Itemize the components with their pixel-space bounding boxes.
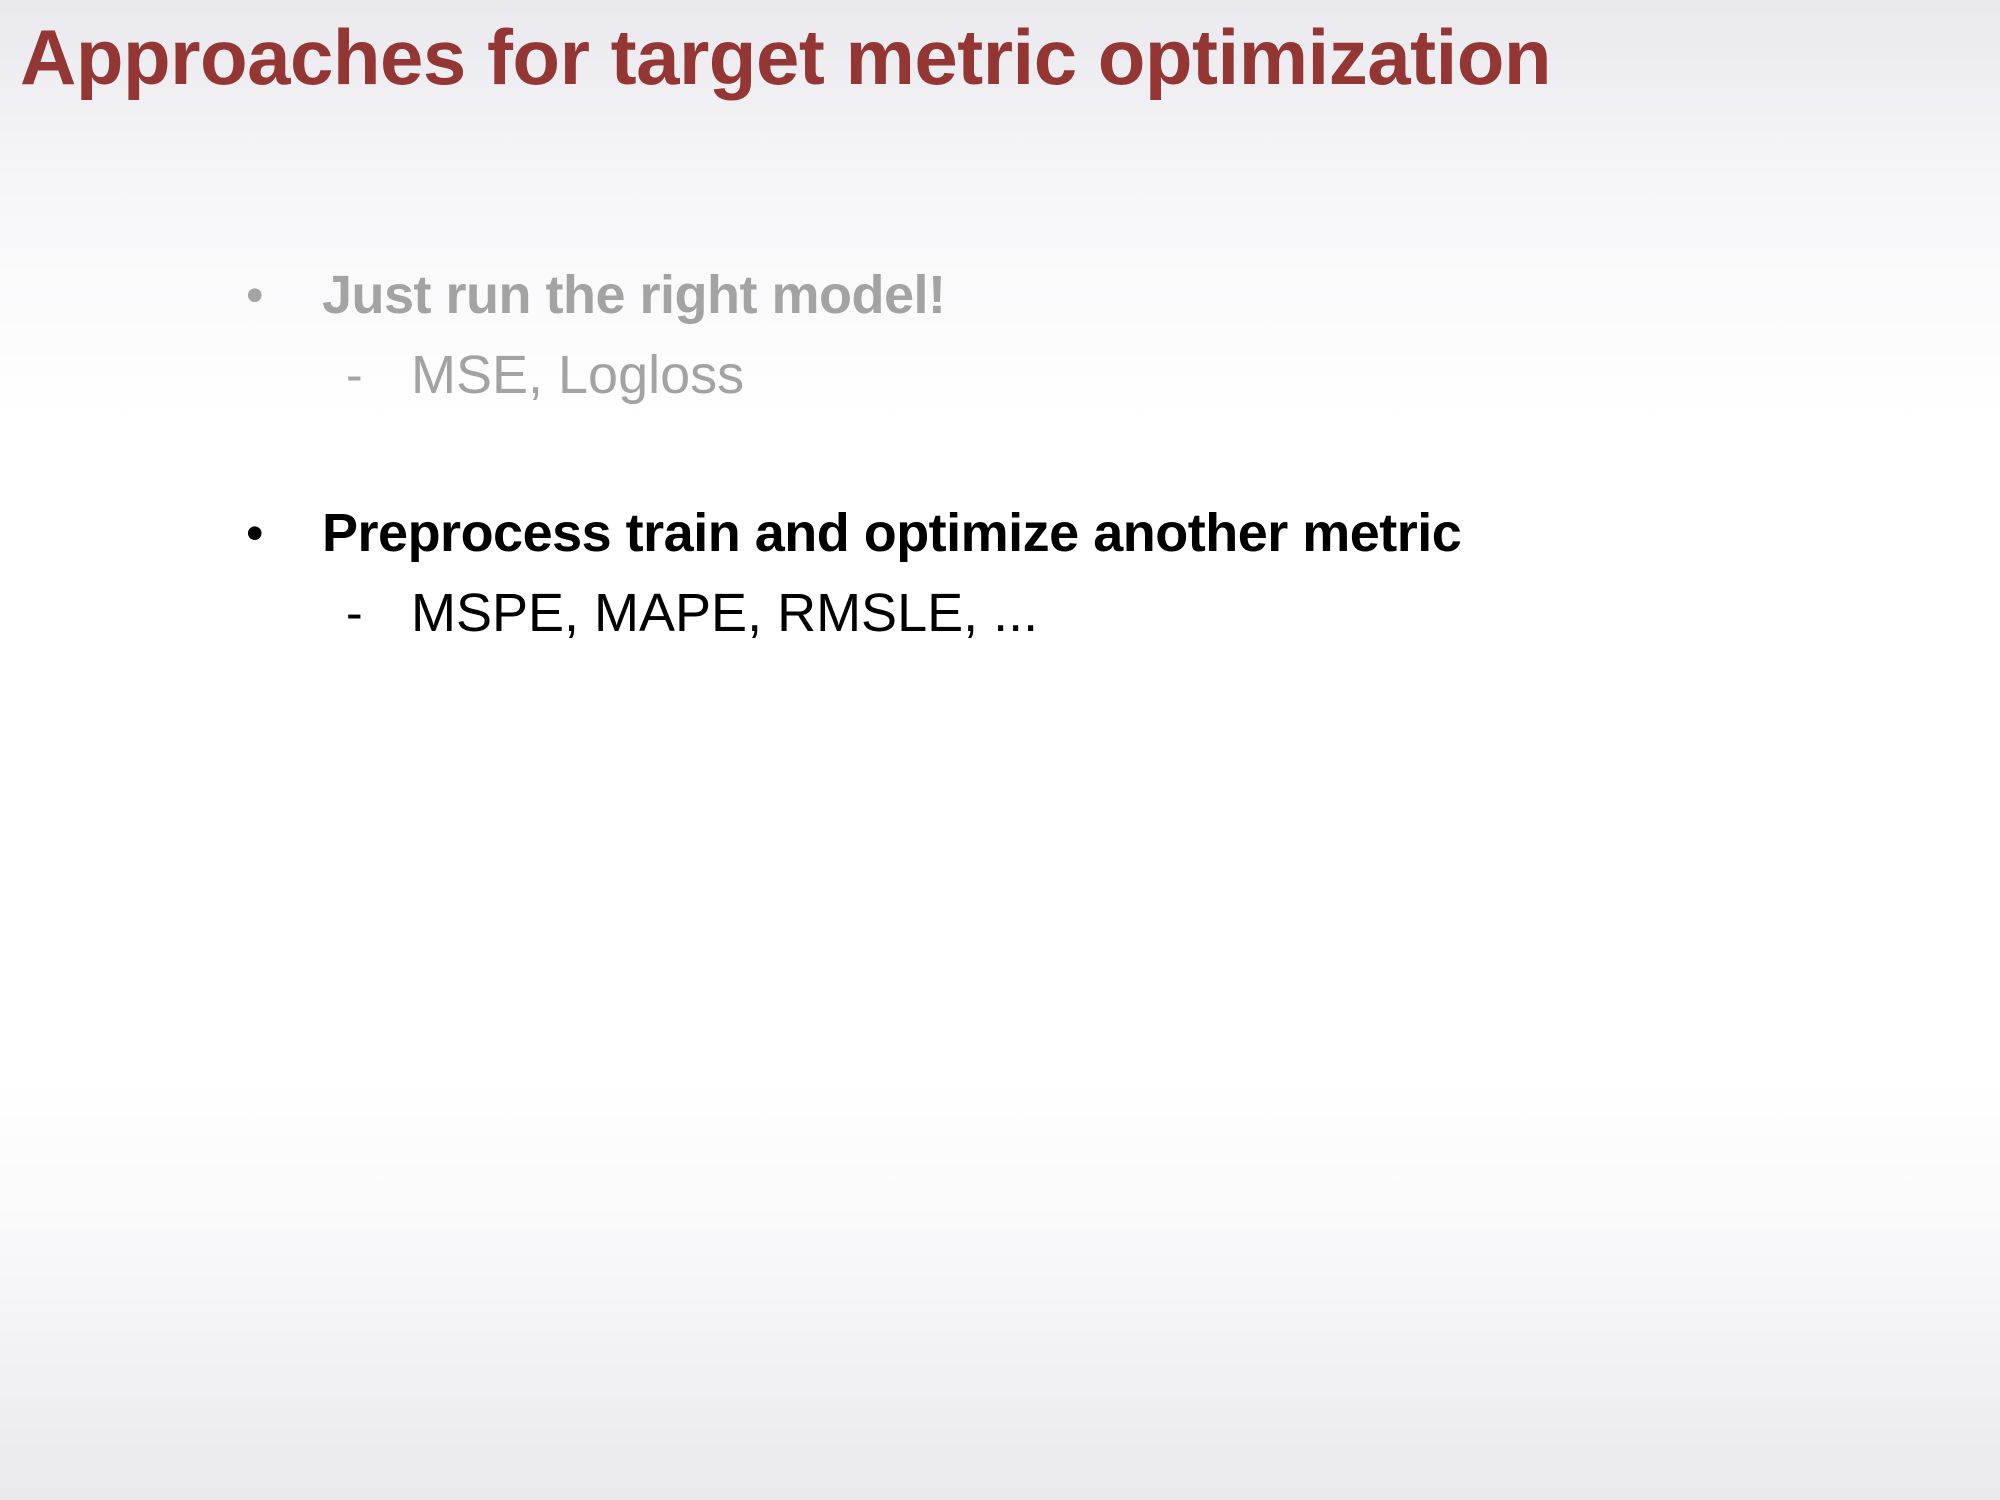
- slide: { "slide": { "title": "Approaches for ta…: [0, 0, 2000, 1500]
- bullet-text: Preprocess train and optimize another me…: [322, 503, 1462, 563]
- bullet-text: Just run the right model!: [322, 265, 946, 325]
- sub-bullet-text: MSE, Logloss: [411, 345, 745, 405]
- bullet-marker: •: [246, 505, 264, 561]
- sub-bullet-marker: -: [346, 347, 363, 403]
- bullet-marker: •: [246, 267, 264, 323]
- sub-bullet-marker: -: [346, 585, 363, 641]
- slide-title: Approaches for target metric optimizatio…: [20, 13, 1552, 101]
- sub-bullet-text: MSPE, MAPE, RMSLE, ...: [411, 583, 1039, 643]
